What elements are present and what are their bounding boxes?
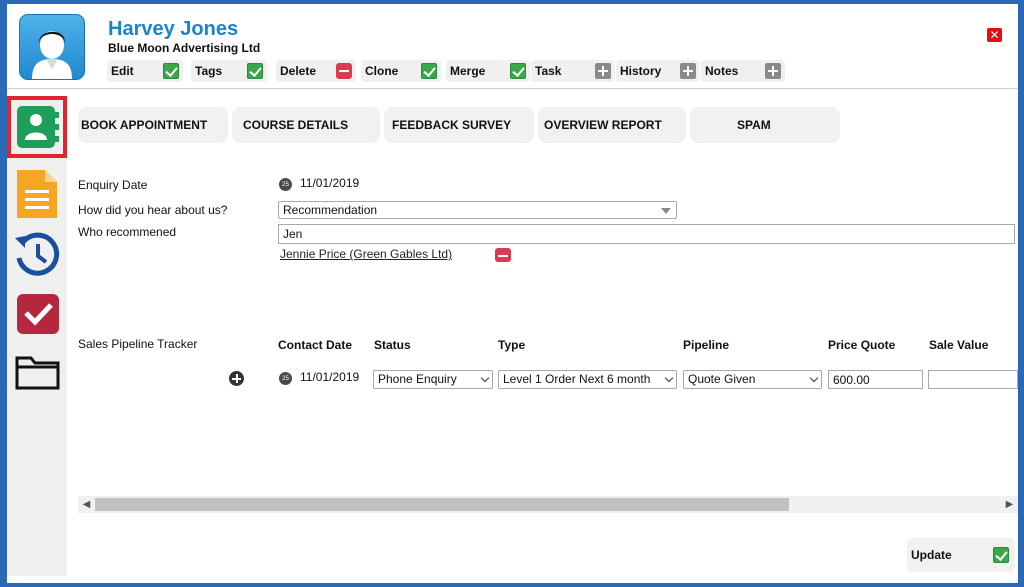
remove-icon[interactable] xyxy=(495,248,511,262)
delete-button[interactable]: Delete xyxy=(276,60,356,82)
notes-button[interactable]: Notes xyxy=(701,60,785,82)
enquiry-date-value: 11/01/2019 xyxy=(300,176,360,190)
add-pipeline-icon[interactable] xyxy=(229,371,244,386)
calendar-icon[interactable]: 25 xyxy=(279,178,292,191)
task-label: Task xyxy=(535,64,562,78)
tags-button[interactable]: Tags xyxy=(191,60,267,82)
contact-name: Harvey Jones xyxy=(108,18,239,40)
history-icon xyxy=(15,232,60,276)
folder-icon xyxy=(15,356,60,390)
status-value: Phone Enquiry xyxy=(378,372,457,386)
close-icon[interactable]: ✕ xyxy=(987,28,1002,42)
delete-label: Delete xyxy=(280,64,317,78)
pipeline-contact-date: 11/01/2019 xyxy=(300,370,360,384)
header-divider xyxy=(7,88,1018,89)
check-icon xyxy=(163,63,179,79)
col-sale-value: Sale Value xyxy=(929,338,989,352)
clone-label: Clone xyxy=(365,64,399,78)
history-button[interactable]: History xyxy=(616,60,700,82)
sidebar-item-files[interactable] xyxy=(7,348,67,410)
sidebar-item-tasks[interactable] xyxy=(7,286,67,348)
recommended-contact-link[interactable]: Jennie Price (Green Gables Ltd) xyxy=(280,247,452,261)
contact-window: Harvey Jones Blue Moon Advertising Ltd E… xyxy=(7,4,1018,583)
sidebar-item-documents[interactable] xyxy=(7,162,67,224)
type-select[interactable]: Level 1 Order Next 6 month xyxy=(498,370,677,389)
col-contact-date: Contact Date xyxy=(278,338,353,352)
check-icon xyxy=(510,63,526,79)
recommended-input[interactable]: Jen xyxy=(278,224,1015,244)
tags-label: Tags xyxy=(195,64,223,78)
dropdown-arrow-icon xyxy=(661,208,671,214)
calendar-icon[interactable]: 25 xyxy=(279,372,292,385)
status-select[interactable]: Phone Enquiry xyxy=(373,370,493,389)
notes-label: Notes xyxy=(705,64,739,78)
col-pipeline: Pipeline xyxy=(683,338,730,352)
chevron-down-icon xyxy=(480,373,490,383)
chevron-down-icon xyxy=(809,373,819,383)
plus-icon xyxy=(765,63,781,79)
recommended-label: Who recommened xyxy=(78,225,177,239)
chevron-down-icon xyxy=(664,373,674,383)
tab-course-details[interactable]: COURSE DETAILS xyxy=(232,107,380,143)
plus-icon xyxy=(595,63,611,79)
tab-book-appointment[interactable]: BOOK APPOINTMENT xyxy=(78,107,228,143)
document-icon xyxy=(17,170,57,218)
update-button[interactable]: Update xyxy=(907,538,1015,572)
hear-about-value: Recommendation xyxy=(283,203,378,217)
tab-overview-report[interactable]: OVERVIEW REPORT xyxy=(538,107,686,143)
col-type: Type xyxy=(498,338,526,352)
sale-value-input[interactable] xyxy=(928,370,1018,389)
pipeline-label: Sales Pipeline Tracker xyxy=(78,337,198,351)
pipeline-select[interactable]: Quote Given xyxy=(683,370,822,389)
hear-about-label: How did you hear about us? xyxy=(78,203,228,217)
merge-button[interactable]: Merge xyxy=(446,60,530,82)
col-status: Status xyxy=(374,338,411,352)
pipeline-value: Quote Given xyxy=(688,372,756,386)
history-label: History xyxy=(620,64,662,78)
scroll-right-icon[interactable]: ▶ xyxy=(1001,496,1018,513)
check-icon xyxy=(421,63,437,79)
type-value: Level 1 Order Next 6 month xyxy=(503,372,651,386)
scrollbar-thumb[interactable] xyxy=(95,498,789,511)
tasks-icon xyxy=(17,294,59,334)
scroll-left-icon[interactable]: ◀ xyxy=(78,496,95,513)
clone-button[interactable]: Clone xyxy=(361,60,441,82)
col-price-quote: Price Quote xyxy=(828,338,896,352)
price-quote-input[interactable]: 600.00 xyxy=(828,370,923,389)
company-name: Blue Moon Advertising Ltd xyxy=(108,41,261,55)
plus-icon xyxy=(680,63,696,79)
minus-icon xyxy=(336,63,352,79)
task-button[interactable]: Task xyxy=(531,60,615,82)
sidebar xyxy=(7,96,67,576)
horizontal-scrollbar[interactable]: ◀ ▶ xyxy=(78,496,1018,513)
contact-card-icon xyxy=(17,106,59,148)
merge-label: Merge xyxy=(450,64,486,78)
tab-feedback-survey[interactable]: FEEDBACK SURVEY xyxy=(384,107,534,143)
check-icon xyxy=(993,547,1009,563)
sidebar-item-contact[interactable] xyxy=(7,96,67,158)
avatar xyxy=(19,14,85,80)
sidebar-item-history[interactable] xyxy=(7,224,67,286)
update-label: Update xyxy=(911,548,952,562)
check-icon xyxy=(247,63,263,79)
edit-label: Edit xyxy=(111,64,134,78)
tab-spam[interactable]: SPAM xyxy=(690,107,840,143)
edit-button[interactable]: Edit xyxy=(107,60,183,82)
enquiry-date-label: Enquiry Date xyxy=(78,178,148,192)
hear-about-select[interactable]: Recommendation xyxy=(278,201,677,219)
person-icon xyxy=(32,31,72,79)
